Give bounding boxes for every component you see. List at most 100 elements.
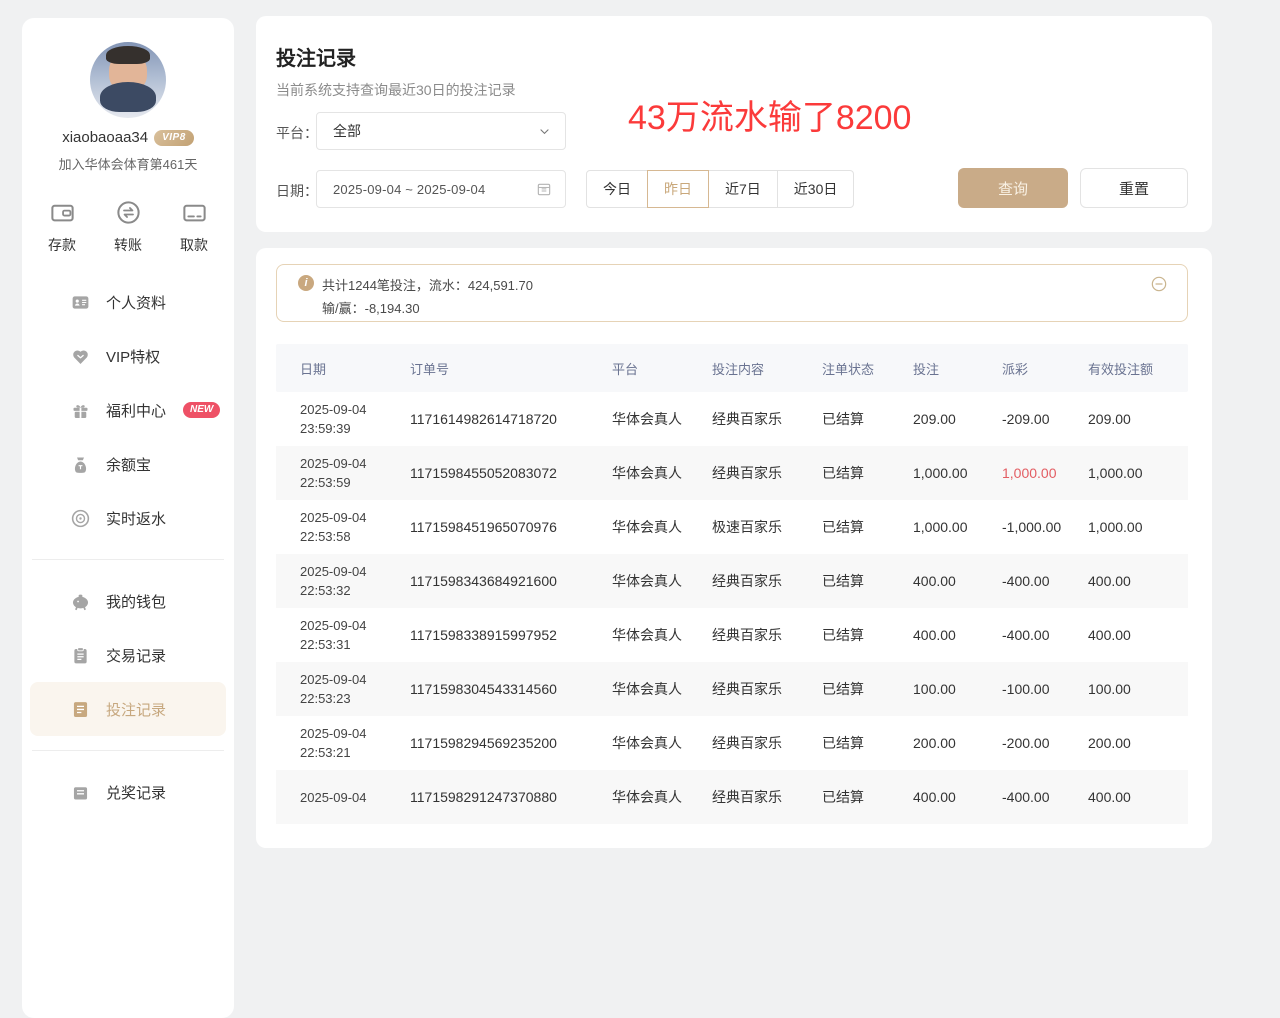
info-icon: i xyxy=(298,275,314,291)
cell-payout: -400.00 xyxy=(1002,573,1088,589)
sidebar-item-交易记录[interactable]: 交易记录 xyxy=(30,628,226,682)
table-row: 2025-09-0423:59:391171614982614718720华体会… xyxy=(276,392,1188,446)
summary-line1: 共计1244笔投注，流水：424,591.70 xyxy=(322,275,533,294)
wallet-icon xyxy=(49,199,76,226)
sidebar-item-label: 我的钱包 xyxy=(106,591,166,612)
cell-order-number: 1171598343684921600 xyxy=(410,573,612,589)
cell-valid-amount: 400.00 xyxy=(1088,573,1188,589)
cell-status: 已结算 xyxy=(822,463,913,483)
column-header: 投注内容 xyxy=(712,359,822,378)
quick-action-转账[interactable]: 转账 xyxy=(114,199,142,255)
cell-bet-content: 经典百家乐 xyxy=(712,679,822,699)
cell-status: 已结算 xyxy=(822,517,913,537)
cell-valid-amount: 1,000.00 xyxy=(1088,465,1188,481)
table-body: 2025-09-0423:59:391171614982614718720华体会… xyxy=(276,392,1188,824)
cell-status: 已结算 xyxy=(822,571,913,591)
summary-line2: 输/赢：-8,194.30 xyxy=(322,298,420,317)
table-row: 2025-09-0422:53:591171598455052083072华体会… xyxy=(276,446,1188,500)
sidebar-item-label: 投注记录 xyxy=(106,699,166,720)
range-button-昨日[interactable]: 昨日 xyxy=(647,170,709,208)
sidebar-item-余额宝[interactable]: 余额宝 xyxy=(30,437,226,491)
date-range-input[interactable]: 2025-09-04 ~ 2025-09-04 xyxy=(316,170,566,208)
bank-card-icon xyxy=(181,199,208,226)
sidebar-item-投注记录[interactable]: 投注记录 xyxy=(30,682,226,736)
date-label: 日期： xyxy=(276,181,318,201)
quick-action-存款[interactable]: 存款 xyxy=(48,199,76,255)
cell-bet-amount: 100.00 xyxy=(913,681,1002,697)
sidebar-item-label: 交易记录 xyxy=(106,645,166,666)
cell-date: 2025-09-0422:53:58 xyxy=(300,508,410,546)
table-row: 2025-09-041171598291247370880华体会真人经典百家乐已… xyxy=(276,770,1188,824)
piggy-bank-icon xyxy=(70,591,91,612)
column-header: 派彩 xyxy=(1002,359,1088,378)
cell-bet-amount: 400.00 xyxy=(913,789,1002,805)
cell-status: 已结算 xyxy=(822,625,913,645)
cell-date: 2025-09-04 xyxy=(300,788,410,807)
page-subtitle: 当前系统支持查询最近30日的投注记录 xyxy=(276,80,516,100)
menu-divider xyxy=(32,559,224,560)
rebate-icon xyxy=(70,508,91,529)
query-button[interactable]: 查询 xyxy=(958,168,1068,208)
quick-action-取款[interactable]: 取款 xyxy=(180,199,208,255)
table-header-row: 日期订单号平台投注内容注单状态投注派彩有效投注额 xyxy=(276,344,1188,392)
cell-valid-amount: 400.00 xyxy=(1088,789,1188,805)
gift-icon xyxy=(70,400,91,421)
range-button-近30日[interactable]: 近30日 xyxy=(777,170,855,208)
cell-platform: 华体会真人 xyxy=(612,517,712,537)
sidebar-item-label: VIP特权 xyxy=(106,346,160,367)
range-button-近7日[interactable]: 近7日 xyxy=(708,170,778,208)
cell-bet-amount: 1,000.00 xyxy=(913,519,1002,535)
username: xiaobaoaa34 xyxy=(62,129,148,146)
calendar-icon xyxy=(536,181,552,197)
sidebar-item-福利中心[interactable]: 福利中心NEW xyxy=(30,383,226,437)
sidebar-item-兑奖记录[interactable]: 兑奖记录 xyxy=(30,765,226,819)
cell-platform: 华体会真人 xyxy=(612,787,712,807)
table-row: 2025-09-0422:53:321171598343684921600华体会… xyxy=(276,554,1188,608)
column-header: 有效投注额 xyxy=(1088,359,1188,378)
table-row: 2025-09-0422:53:231171598304543314560华体会… xyxy=(276,662,1188,716)
cell-payout: 1,000.00 xyxy=(1002,465,1088,481)
cell-order-number: 1171598338915997952 xyxy=(410,627,612,643)
cell-bet-amount: 209.00 xyxy=(913,411,1002,427)
column-header: 平台 xyxy=(612,359,712,378)
cell-platform: 华体会真人 xyxy=(612,571,712,591)
cell-valid-amount: 1,000.00 xyxy=(1088,519,1188,535)
cell-platform: 华体会真人 xyxy=(612,463,712,483)
cell-valid-amount: 400.00 xyxy=(1088,627,1188,643)
moneybag-icon xyxy=(70,454,91,475)
cell-order-number: 1171598455052083072 xyxy=(410,465,612,481)
cell-payout: -400.00 xyxy=(1002,627,1088,643)
cell-bet-content: 极速百家乐 xyxy=(712,517,822,537)
cell-payout: -209.00 xyxy=(1002,411,1088,427)
sidebar-item-个人资料[interactable]: 个人资料 xyxy=(30,275,226,329)
date-range-value: 2025-09-04 ~ 2025-09-04 xyxy=(333,182,536,197)
cell-bet-amount: 400.00 xyxy=(913,573,1002,589)
quick-action-label: 存款 xyxy=(48,235,76,255)
cell-bet-amount: 200.00 xyxy=(913,735,1002,751)
column-header: 订单号 xyxy=(410,359,612,378)
transfer-icon xyxy=(115,199,142,226)
avatar[interactable] xyxy=(90,42,166,118)
cell-platform: 华体会真人 xyxy=(612,679,712,699)
sidebar-item-label: 实时返水 xyxy=(106,508,166,529)
collapse-minus-icon[interactable] xyxy=(1151,276,1167,292)
platform-selected-value: 全部 xyxy=(333,121,538,141)
column-header: 注单状态 xyxy=(822,359,913,378)
chevron-down-icon xyxy=(538,125,551,138)
menu-divider xyxy=(32,750,224,751)
platform-select[interactable]: 全部 xyxy=(316,112,566,150)
sidebar-item-label: 余额宝 xyxy=(106,454,151,475)
range-button-今日[interactable]: 今日 xyxy=(586,170,648,208)
cell-date: 2025-09-0422:53:31 xyxy=(300,616,410,654)
cell-bet-amount: 400.00 xyxy=(913,627,1002,643)
cell-order-number: 1171598451965070976 xyxy=(410,519,612,535)
reset-button[interactable]: 重置 xyxy=(1080,168,1188,208)
sidebar-item-VIP特权[interactable]: VIP特权 xyxy=(30,329,226,383)
records-card: i 共计1244笔投注，流水：424,591.70 输/赢：-8,194.30 … xyxy=(256,248,1212,848)
cell-order-number: 1171598291247370880 xyxy=(410,789,612,805)
cell-platform: 华体会真人 xyxy=(612,733,712,753)
cell-valid-amount: 209.00 xyxy=(1088,411,1188,427)
cell-date: 2025-09-0422:53:23 xyxy=(300,670,410,708)
sidebar-item-实时返水[interactable]: 实时返水 xyxy=(30,491,226,545)
sidebar-item-我的钱包[interactable]: 我的钱包 xyxy=(30,574,226,628)
